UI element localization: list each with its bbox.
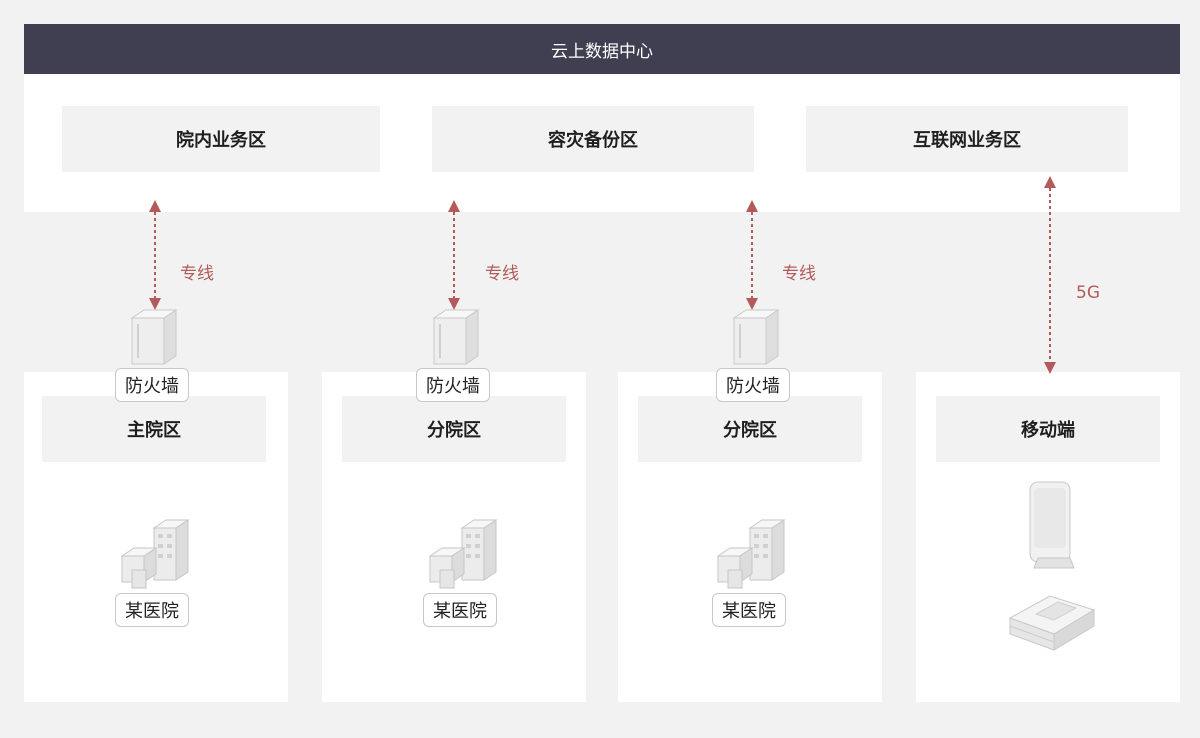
link-label-5g: 5G bbox=[1076, 283, 1100, 303]
hospital-building-icon bbox=[716, 519, 786, 589]
hospital-label: 某医院 bbox=[423, 593, 497, 627]
firewall-icon bbox=[732, 309, 780, 365]
firewall-icon bbox=[432, 309, 480, 365]
mobile-terminal-icon bbox=[1029, 481, 1075, 569]
hospital-building-icon bbox=[428, 519, 498, 589]
firewall-label: 防火墙 bbox=[716, 368, 790, 402]
firewall-icon bbox=[130, 309, 178, 365]
hospital-building-icon bbox=[120, 519, 190, 589]
link-label-leased-line-2: 专线 bbox=[485, 264, 519, 284]
firewall-label: 防火墙 bbox=[416, 368, 490, 402]
link-label-leased-line-3: 专线 bbox=[782, 264, 816, 284]
hospital-label: 某医院 bbox=[712, 593, 786, 627]
tablet-device-icon bbox=[1008, 595, 1096, 651]
link-label-leased-line-1: 专线 bbox=[180, 264, 214, 284]
firewall-label: 防火墙 bbox=[115, 368, 189, 402]
hospital-label: 某医院 bbox=[115, 593, 189, 627]
